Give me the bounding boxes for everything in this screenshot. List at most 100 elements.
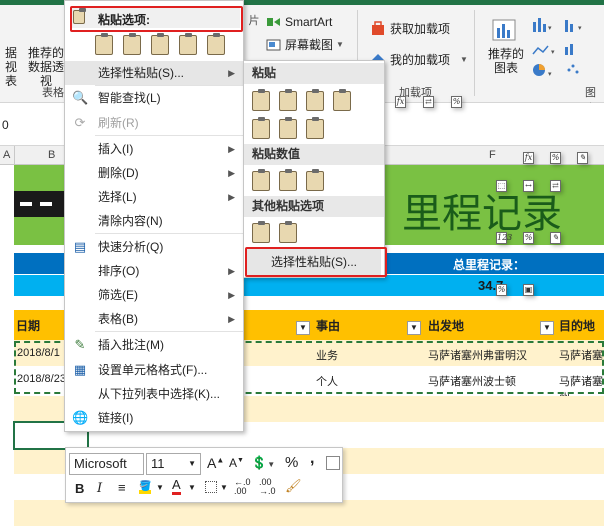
col-f-header[interactable]: F xyxy=(489,149,496,161)
paste-picture-icon[interactable]: ▣ xyxy=(279,221,534,296)
paste-formulas-icon[interactable]: fx xyxy=(151,33,406,108)
filter-dropdown-icon-2[interactable]: ▼ xyxy=(407,321,421,335)
bold-button[interactable]: B xyxy=(75,481,84,496)
pictures-icon-frag[interactable]: 片 xyxy=(246,14,262,28)
menu-item-pick-from-list[interactable]: 从下拉列表中选择(K)... xyxy=(65,382,243,406)
borders-dropdown-icon[interactable]: ▼ xyxy=(220,483,228,492)
road-dash-2 xyxy=(40,202,52,206)
menu-item-insert-comment[interactable]: ✎ 插入批注(M) xyxy=(65,333,243,357)
submenu-arrow-icon: ▶ xyxy=(228,192,235,202)
paste-keep-source-format-icon[interactable]: ✎ xyxy=(333,89,588,164)
paste-icon[interactable] xyxy=(252,89,270,111)
paste-special-submenu: 粘贴 fx % ✎ ⬚ ↔ ⇄ 粘贴数值 123 % ✎ 其他粘贴选项 % ▣ … xyxy=(243,60,588,296)
paste-transpose-icon[interactable]: ⇄ xyxy=(179,33,434,108)
menu-item-clear-contents[interactable]: 清除内容(N) xyxy=(65,209,243,233)
font-color-dropdown-icon[interactable]: ▼ xyxy=(188,483,196,492)
paste-transpose-icon[interactable]: ⇄ xyxy=(306,117,561,192)
filter-label: 筛选(E) xyxy=(98,288,138,302)
menu-item-refresh: ⟳ 刷新(R) xyxy=(65,111,243,135)
refresh-icon: ⟳ xyxy=(74,115,86,130)
paste-formatting-icon[interactable]: % xyxy=(252,221,507,296)
increase-font-icon[interactable]: A▲ xyxy=(207,455,224,471)
menu-item-filter[interactable]: 筛选(E) ▶ xyxy=(65,283,243,307)
menu-item-smart-lookup[interactable]: 🔍 智能查找(L) xyxy=(65,86,243,110)
format-painter-brush-icon[interactable]: 🖌 xyxy=(285,478,302,494)
my-addins-label: 我的加载项 xyxy=(390,53,451,67)
values-brush-badge: ✎ xyxy=(550,232,561,244)
paste-formatting-icon[interactable]: % xyxy=(207,33,462,108)
transpose-badge: ⇄ xyxy=(550,180,561,192)
header-reason: 事由 xyxy=(316,319,341,333)
paste-values-icon[interactable]: 123 xyxy=(252,169,512,244)
align-center-icon[interactable]: ≡ xyxy=(118,480,126,495)
font-size-box[interactable]: 11 ▼ xyxy=(146,453,201,475)
submenu-values-header: 粘贴数值 xyxy=(244,144,384,165)
chart-type-icons[interactable]: ▾ ▾ ▾ ▾ xyxy=(531,14,601,80)
smartart-button[interactable]: SmartArt xyxy=(266,14,332,30)
fill-color-dropdown-icon[interactable]: ▼ xyxy=(156,483,164,492)
smartart-icon xyxy=(267,18,280,26)
svg-text:▾: ▾ xyxy=(548,25,552,32)
menu-item-sort[interactable]: 排序(O) ▶ xyxy=(65,259,243,283)
paste-values-icon[interactable]: 123 xyxy=(123,33,383,108)
table-group-label: 表格 xyxy=(42,87,64,99)
menu-item-link[interactable]: 🌐 链接(I) xyxy=(65,406,243,430)
menu-item-table[interactable]: 表格(B) ▶ xyxy=(65,307,243,331)
submenu-arrow-icon: ▶ xyxy=(228,266,235,276)
font-name-box[interactable]: Microsoft xyxy=(69,453,144,475)
percent-fx-badge: % xyxy=(550,152,561,164)
quick-analysis-label: 快速分析(Q) xyxy=(98,240,164,254)
screenshot-icon xyxy=(266,39,281,51)
format-painter-icon[interactable] xyxy=(326,456,340,470)
col-b-header[interactable]: B xyxy=(48,149,55,161)
format-cells-label: 设置单元格格式(F)... xyxy=(98,363,208,377)
no-border-badge: ⬚ xyxy=(496,180,507,192)
paste-formulas-icon[interactable]: fx xyxy=(279,89,534,164)
pivot-table-button[interactable]: 据 视表 xyxy=(0,46,22,88)
paste-values-number-format-icon[interactable]: % xyxy=(279,169,534,244)
header-to: 目的地 xyxy=(559,319,596,333)
increase-decimal-icon[interactable]: ←.0.00 xyxy=(234,478,251,496)
decrease-decimal-icon[interactable]: .00 →.0 xyxy=(259,478,276,496)
paste-values-source-format-icon[interactable]: ✎ xyxy=(306,169,561,244)
paste-icon[interactable] xyxy=(95,33,113,55)
menu-item-paste-special[interactable]: 选择性粘贴(S)... ▶ xyxy=(65,61,243,85)
picture-badge: ▣ xyxy=(523,284,534,296)
paste-formulas-number-format-icon[interactable]: % xyxy=(306,89,561,164)
comma-icon[interactable]: , xyxy=(310,450,314,468)
menu-item-format-cells[interactable]: ▦ 设置单元格格式(F)... xyxy=(65,358,243,382)
filter-dropdown-icon-3[interactable]: ▼ xyxy=(540,321,554,335)
borders-icon[interactable] xyxy=(205,481,217,493)
empty-row[interactable] xyxy=(14,500,604,526)
name-box[interactable]: 0 xyxy=(2,118,9,132)
paste-no-borders-icon[interactable]: ⬚ xyxy=(252,117,507,192)
context-menu: 粘贴选项: 123 fx ⇄ % 选择性粘贴(S)...▶ 🔍 智能查找(L) … xyxy=(64,0,462,432)
menu-item-quick-analysis[interactable]: ▤ 快速分析(Q) xyxy=(65,235,243,259)
menu-item-select[interactable]: 选择(L) ▶ xyxy=(65,185,243,209)
menu-item-insert[interactable]: 插入(I) ▶ xyxy=(65,137,243,161)
font-color-icon[interactable]: A xyxy=(172,478,181,495)
recommended-pivot-button[interactable]: 推荐的 数据透视 xyxy=(24,46,68,88)
screenshot-button[interactable]: 屏幕截图 ▼ xyxy=(266,37,344,53)
svg-text:▾: ▾ xyxy=(551,49,555,56)
get-addins-button[interactable]: 获取加载项 xyxy=(370,21,450,37)
recommended-charts-button[interactable]: 推荐的 图表 xyxy=(484,16,528,75)
link-label: 链接(I) xyxy=(98,411,134,425)
paste-special-highlight xyxy=(245,247,387,277)
percent-icon[interactable]: % xyxy=(285,454,298,471)
accounting-format-icon[interactable]: 💲▼ xyxy=(251,455,275,471)
pivot-label-line1: 据 xyxy=(4,46,17,60)
screenshot-label: 屏幕截图 xyxy=(285,38,334,52)
link-icon: 🌐 xyxy=(72,410,89,425)
refresh-label: 刷新(R) xyxy=(98,116,139,130)
recommended-charts-icon xyxy=(492,19,516,41)
menu-item-delete[interactable]: 删除(D) ▶ xyxy=(65,161,243,185)
fill-color-icon[interactable]: 🪣 xyxy=(139,478,151,494)
filter-dropdown-icon[interactable]: ▼ xyxy=(296,321,310,335)
italic-button[interactable]: I xyxy=(97,481,102,496)
decrease-font-icon[interactable]: A▼ xyxy=(229,456,244,470)
sheet-title: 里程记录 xyxy=(402,191,562,237)
paste-column-widths-icon[interactable]: ↔ xyxy=(279,117,534,192)
col-a-header[interactable]: A xyxy=(3,149,10,161)
format-badge: % xyxy=(496,284,507,296)
